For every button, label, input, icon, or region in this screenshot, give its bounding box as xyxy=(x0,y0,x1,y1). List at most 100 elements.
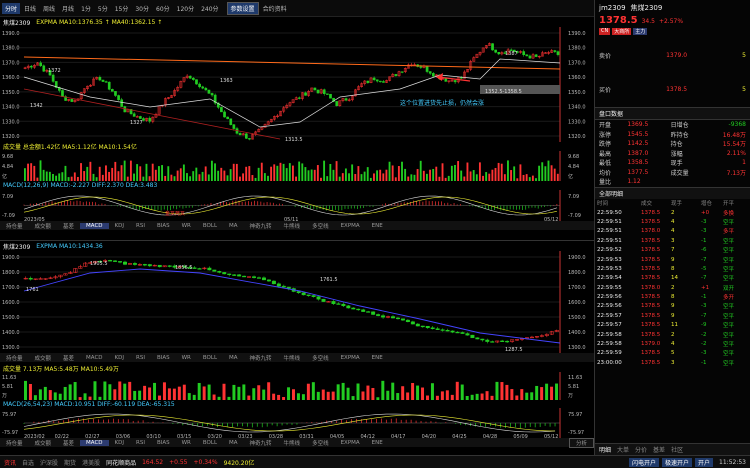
indicator-tab[interactable]: 牛熊线 xyxy=(278,354,307,362)
indicator-tab[interactable]: 成交额 xyxy=(29,354,58,362)
period-tab[interactable]: 1分 xyxy=(78,3,94,14)
period-tab[interactable]: 日线 xyxy=(21,3,39,14)
detail-tabs: 明细 大单 分价 基差 社区 xyxy=(595,443,750,455)
upper-macd-chart[interactable]: 7.09 -7.09 7.09 -7.09 金叉死叉 2023/05 05/11 05/12 xyxy=(0,190,594,221)
period-tab[interactable]: 周线 xyxy=(40,3,58,14)
period-tab[interactable]: 60分 xyxy=(153,3,173,14)
indicator-tab[interactable]: MACD xyxy=(80,439,109,446)
indicator-tab[interactable]: ENE xyxy=(366,223,389,229)
period-tab[interactable]: 120分 xyxy=(174,3,197,14)
detail-tab[interactable]: 基差 xyxy=(653,445,665,454)
indicator-tab[interactable]: WR xyxy=(176,355,197,361)
status-tabs: 资讯 自选 沪深股 期货 港美股 xyxy=(4,458,100,467)
indicator-tab[interactable]: 牛熊线 xyxy=(278,222,307,230)
indicator-tab[interactable]: BIAS xyxy=(151,223,176,229)
indicator-tab[interactable]: MACD xyxy=(80,355,109,361)
indicator-tab[interactable]: MACD xyxy=(80,222,109,229)
indicator-tab[interactable]: 基差 xyxy=(57,439,80,447)
lower-macd-chart[interactable]: 75.97 -75.97 75.97 -75.97 2023/02 02/22 02/27 0… xyxy=(0,408,594,438)
indicator-tab[interactable]: MA xyxy=(223,355,244,361)
trade-type: 空平 xyxy=(723,257,735,264)
period-tab[interactable]: 月线 xyxy=(59,3,77,14)
candle xyxy=(123,106,127,113)
indicator-tab[interactable]: 成交额 xyxy=(29,222,58,230)
indicator-tab[interactable]: 持仓量 xyxy=(0,354,29,362)
bid-row[interactable]: 买价 1378.5 5 xyxy=(595,83,750,95)
y-tick: 7.09 xyxy=(2,194,13,200)
order-button[interactable]: 开户 xyxy=(695,457,714,467)
detail-tab[interactable]: 分价 xyxy=(635,445,647,454)
indicator-tab[interactable]: ENE xyxy=(366,440,389,446)
volume-bar xyxy=(123,383,127,400)
indicator-tab[interactable]: MA xyxy=(223,223,244,229)
contract-info-button[interactable]: 合约资料 xyxy=(260,3,290,14)
status-tab[interactable]: 沪深股 xyxy=(40,458,58,467)
y-tick: -75.97 xyxy=(2,430,18,436)
indicator-tab[interactable]: 成交额 xyxy=(29,439,58,447)
indicator-tab[interactable]: RSI xyxy=(130,440,151,446)
period-tab[interactable]: 30分 xyxy=(132,3,152,14)
y-tick-right: 1800.0 xyxy=(568,270,586,276)
indicator-tab[interactable]: 多空线 xyxy=(306,354,335,362)
candle xyxy=(198,83,201,88)
indicator-tab[interactable]: ENE xyxy=(366,355,389,361)
volume-bar xyxy=(126,176,129,181)
indicator-tab[interactable]: EXPMA xyxy=(335,223,366,229)
period-tab[interactable]: 240分 xyxy=(198,3,221,14)
lower-volume-chart[interactable]: 11.63 11.63 5.81 5.81 万 万 xyxy=(0,372,594,400)
period-tab[interactable]: 5分 xyxy=(95,3,111,14)
indicator-tab[interactable]: 持仓量 xyxy=(0,439,29,447)
indicator-tab[interactable]: 神奇九转 xyxy=(244,222,278,230)
order-button[interactable]: 闪电开户 xyxy=(629,457,660,467)
indicator-tab[interactable]: 多空线 xyxy=(306,222,335,230)
price-change: 34.5 xyxy=(641,18,655,25)
indicator-tab[interactable]: MA xyxy=(223,440,244,446)
status-tab[interactable]: 港美股 xyxy=(82,458,100,467)
lower-kline-chart[interactable]: 1900.0 1900.0 1800.0 1800.0 1700.0 1700.0 1600… xyxy=(0,251,594,353)
status-tab[interactable]: 自选 xyxy=(22,458,34,467)
volume-bar xyxy=(276,165,279,181)
indicator-tab[interactable]: 持仓量 xyxy=(0,222,29,230)
upper-volume-chart[interactable]: 9.68 9.68 4.84 4.84 亿 亿 xyxy=(0,151,594,181)
indicator-tab[interactable]: 牛熊线 xyxy=(278,439,307,447)
trade-price: 1378.5 xyxy=(641,218,661,225)
indicator-tab[interactable]: 神奇九转 xyxy=(244,439,278,447)
period-tab[interactable]: 分时 xyxy=(2,2,21,14)
params-button[interactable]: 参数设置 xyxy=(226,1,259,15)
upper-kline-chart[interactable]: 1390.0 1390.0 1380.0 1380.0 1370.0 1370.0 1360… xyxy=(0,27,594,142)
indicator-tab[interactable]: WR xyxy=(176,223,197,229)
trade-vol: 14 xyxy=(671,275,678,282)
detail-tab[interactable]: 大单 xyxy=(617,445,629,454)
status-tab[interactable]: 期货 xyxy=(64,458,76,467)
indicator-tab[interactable]: 基差 xyxy=(57,222,80,230)
tab-all-trades[interactable]: 全部明细 xyxy=(599,191,623,198)
period-tab[interactable]: 15分 xyxy=(112,3,132,14)
indicator-tab[interactable]: 神奇九转 xyxy=(244,354,278,362)
indicator-tab[interactable]: KDJ xyxy=(109,440,130,446)
indicator-tab[interactable]: RSI xyxy=(130,223,151,229)
indicator-tab[interactable]: BOLL xyxy=(197,223,223,229)
indicator-tab[interactable]: KDJ xyxy=(109,355,130,361)
indicator-tab[interactable]: KDJ xyxy=(109,223,130,229)
order-button[interactable]: 极速开户 xyxy=(662,457,693,467)
indicator-tab[interactable]: BIAS xyxy=(151,440,176,446)
ask-row[interactable]: 卖价 1379.0 5 xyxy=(595,49,750,61)
volume-bar xyxy=(463,176,466,181)
indicator-tab[interactable]: BOLL xyxy=(197,440,223,446)
indicator-tab[interactable]: BOLL xyxy=(197,355,223,361)
indicator-tab[interactable]: 基差 xyxy=(57,354,80,362)
indicator-tab[interactable]: EXPMA xyxy=(335,440,366,446)
analysis-button[interactable]: 分析 xyxy=(568,437,594,448)
indicator-tab[interactable]: BIAS xyxy=(151,355,176,361)
indicator-tab[interactable]: EXPMA xyxy=(335,355,366,361)
detail-tab[interactable]: 明细 xyxy=(599,445,611,454)
status-tab[interactable]: 资讯 xyxy=(4,458,16,467)
indicator-tab[interactable]: RSI xyxy=(130,355,151,361)
x-tick: 04/05 xyxy=(330,434,344,438)
indicator-tab[interactable]: WR xyxy=(176,440,197,446)
x-tick: 02/22 xyxy=(55,434,69,438)
trade-price: 1378.5 xyxy=(641,322,661,329)
detail-tab[interactable]: 社区 xyxy=(671,445,683,454)
indicator-tab[interactable]: 多空线 xyxy=(306,439,335,447)
stat-value: 1358.5 xyxy=(627,159,649,167)
